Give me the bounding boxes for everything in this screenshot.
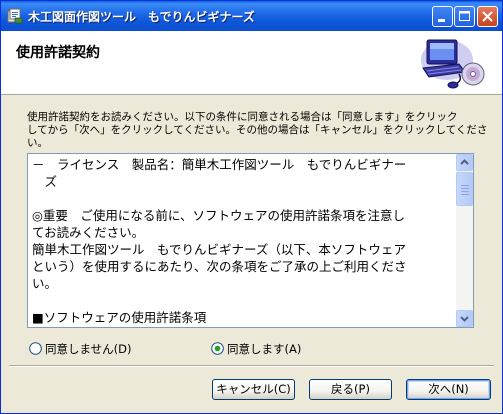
window-title: 木工図面作図ツール もでりんビギナーズ bbox=[28, 10, 255, 24]
scroll-up-button[interactable] bbox=[456, 154, 473, 171]
chevron-down-icon bbox=[460, 316, 469, 322]
maximize-icon bbox=[459, 11, 470, 21]
license-line: ズ bbox=[32, 174, 58, 189]
disagree-radio[interactable]: 同意しません(D) bbox=[29, 342, 139, 356]
minimize-icon bbox=[438, 19, 445, 22]
page-title: 使用許諾契約 bbox=[16, 45, 100, 61]
title-bar[interactable]: 木工図面作図ツール もでりんビギナーズ bbox=[1, 1, 502, 31]
license-line: 簡単木工作図ツール もでりんビギナーズ（以下、本ソフトウェア bbox=[32, 242, 406, 257]
maximize-button[interactable] bbox=[454, 6, 475, 27]
cancel-button[interactable]: キャンセル(C) bbox=[212, 379, 295, 400]
instruction-text: 使用許諾契約をお読みください。以下の条件に同意される場合は「同意します」をクリッ… bbox=[27, 111, 487, 150]
license-line: てお読みください。 bbox=[32, 225, 145, 240]
installer-window: 木工図面作図ツール もでりんビギナーズ 使用許諾契約 使用許諾契約をお読みくださ… bbox=[0, 0, 503, 414]
radio-unselected-icon bbox=[29, 342, 42, 355]
disagree-label: 同意しません(D) bbox=[45, 342, 132, 356]
close-icon bbox=[482, 11, 493, 22]
back-button[interactable]: 戻る(P) bbox=[309, 379, 392, 400]
next-button[interactable]: 次へ(N) bbox=[406, 379, 491, 400]
license-line: という）を使用するにあたり、次の条項をご了承の上ご利用くださ bbox=[32, 259, 407, 274]
computer-cd-icon bbox=[421, 39, 485, 89]
license-line bbox=[32, 292, 455, 309]
close-button[interactable] bbox=[477, 6, 498, 27]
instruction-line: 使用許諾契約をお読みください。以下の条件に同意される場合は「同意します」をクリッ… bbox=[27, 111, 458, 123]
vertical-scrollbar[interactable] bbox=[456, 154, 473, 327]
scroll-down-button[interactable] bbox=[456, 310, 473, 327]
header-band: 使用許諾契約 bbox=[1, 31, 502, 95]
license-line: ◎重要 ご使用になる前に、ソフトウェアの使用許諾条項を注意し bbox=[32, 208, 406, 223]
instruction-line: い。 bbox=[27, 137, 48, 149]
license-line: － ライセンス 製品名：簡単木工作図ツール もでりんビギナー bbox=[32, 157, 407, 172]
license-content: － ライセンス 製品名：簡単木工作図ツール もでりんビギナー ズ ◎重要 ご使用… bbox=[32, 156, 455, 326]
minimize-button[interactable] bbox=[432, 6, 453, 27]
license-line bbox=[32, 190, 455, 207]
license-line: ■ソフトウェアの使用許諾条項 bbox=[32, 310, 207, 325]
radio-selected-icon bbox=[211, 342, 224, 355]
instruction-line: してから「次へ」をクリックしてください。その他の場合は「キャンセル」をクリックし… bbox=[27, 124, 487, 136]
agree-radio[interactable]: 同意します(A) bbox=[211, 342, 311, 356]
scroll-thumb[interactable] bbox=[456, 172, 473, 206]
chevron-up-icon bbox=[460, 159, 469, 165]
divider bbox=[9, 365, 494, 367]
license-textbox[interactable]: － ライセンス 製品名：簡単木工作図ツール もでりんビギナー ズ ◎重要 ご使用… bbox=[27, 153, 474, 328]
app-icon bbox=[7, 8, 23, 24]
agree-label: 同意します(A) bbox=[227, 342, 302, 356]
license-line: い。 bbox=[32, 276, 58, 291]
